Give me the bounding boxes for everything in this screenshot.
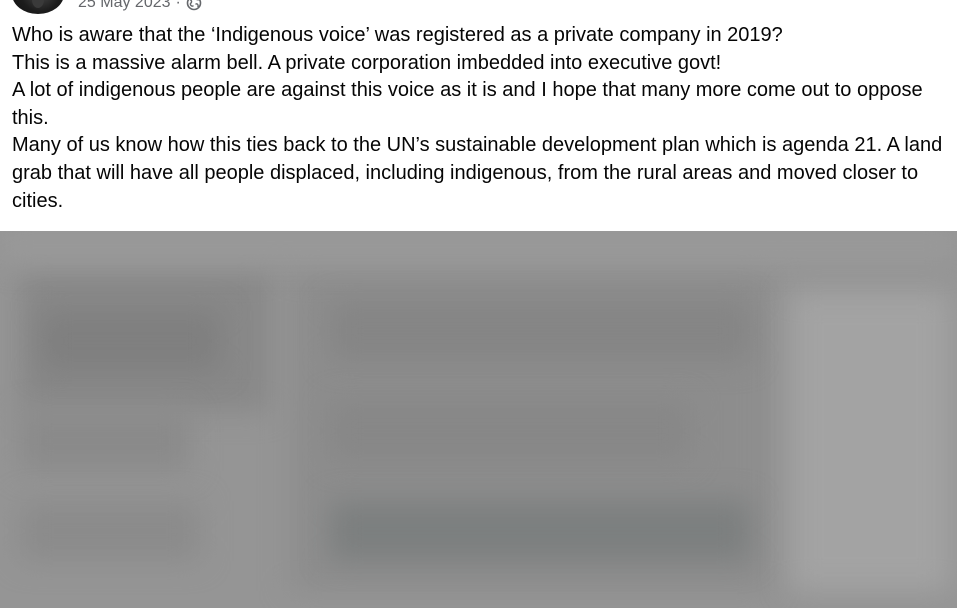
meta-separator: · xyxy=(175,0,181,11)
blur-region xyxy=(330,501,750,561)
post-paragraph: This is a massive alarm bell. A private … xyxy=(12,51,722,74)
post-body: Who is aware that the ‘Indigenous voice’… xyxy=(12,22,947,215)
avatar[interactable] xyxy=(12,0,64,14)
post-header: 25 May 2023 · xyxy=(0,0,957,20)
blur-region xyxy=(20,501,200,561)
post-timestamp[interactable]: 25 May 2023 xyxy=(78,0,171,12)
facebook-post: 25 May 2023 · Who is aware that the ‘Ind… xyxy=(0,0,957,608)
post-paragraph: Many of us know how this ties back to th… xyxy=(12,134,943,212)
post-meta: 25 May 2023 · xyxy=(78,0,202,12)
blur-region xyxy=(0,231,957,261)
blur-region xyxy=(40,311,220,371)
blur-region xyxy=(330,301,750,361)
blur-region xyxy=(330,401,690,461)
post-paragraph: A lot of indigenous people are against t… xyxy=(12,79,923,129)
globe-icon[interactable] xyxy=(186,0,202,11)
blur-region xyxy=(790,291,950,591)
avatar-silhouette xyxy=(32,0,44,8)
post-paragraph: Who is aware that the ‘Indigenous voice’… xyxy=(12,24,783,46)
blur-region xyxy=(20,411,190,471)
post-image-blurred[interactable] xyxy=(0,231,957,608)
